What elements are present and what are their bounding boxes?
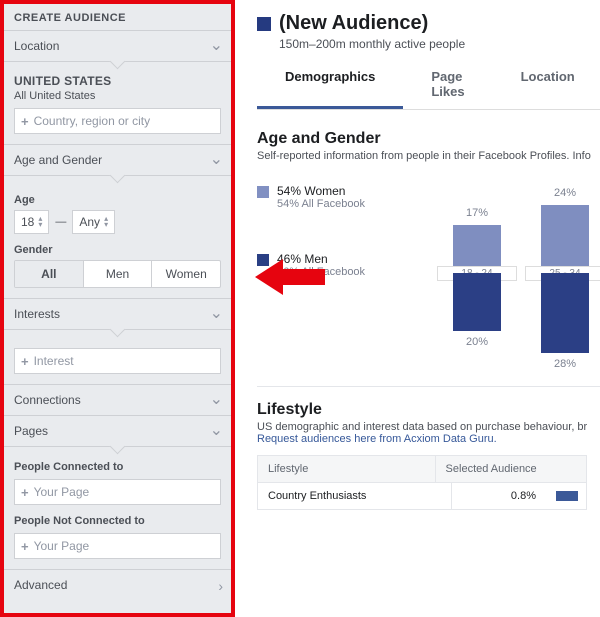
bar-label: 20% [445,336,509,348]
audience-size: 150m–200m monthly active people [279,37,600,51]
col-header-lifestyle: Lifestyle [258,456,435,482]
chart-legend: 54% Women 54% All Facebook 46% Men 46% A… [257,178,382,368]
page-placeholder: Your Page [34,485,90,499]
location-country: UNITED STATES [14,74,221,88]
age-gender-chart: 54% Women 54% All Facebook 46% Men 46% A… [257,178,600,368]
connected-input[interactable]: + Your Page [14,479,221,505]
tab-page-likes[interactable]: Page Likes [403,59,492,109]
accordion-label: Age and Gender [14,153,102,167]
chevron-down-icon: ⌄ [210,39,223,53]
main-content: (New Audience) 150m–200m monthly active … [235,0,600,617]
legend-women-line2: 54% All Facebook [277,198,365,210]
chevron-right-icon: › [218,578,223,594]
accordion-advanced[interactable]: Advanced › [4,569,231,600]
pages-body: People Connected to + Your Page People N… [4,446,231,569]
gender-option-men[interactable]: Men [83,261,152,287]
table-header-row: Lifestyle Selected Audience [258,456,586,482]
bar-men [453,273,501,331]
range-dash: — [55,216,66,228]
age-to-value: Any [79,215,100,229]
age-label: Age [14,194,221,206]
age-to-select[interactable]: Any ▴▾ [72,210,115,234]
lifestyle-name: Country Enthusiasts [258,482,451,509]
bar-label: 28% [533,358,597,370]
accordion-interests[interactable]: Interests ⌄ [4,298,231,329]
section-heading-lifestyle: Lifestyle [257,401,600,419]
chart-bars: 17% 18 - 24 20% 24% 25 - 34 28% [382,178,600,368]
bar-label: 17% [445,207,509,219]
mini-bar [556,491,578,501]
interest-input[interactable]: + Interest [14,348,221,374]
section-desc-lifestyle: US demographic and interest data based o… [257,421,600,445]
swatch-women [257,186,269,198]
page-placeholder: Your Page [34,539,90,553]
age-from-value: 18 [21,215,34,229]
location-subtext: All United States [14,90,221,102]
tab-location[interactable]: Location [493,59,600,109]
not-connected-label: People Not Connected to [14,515,221,527]
legend-women-line1: 54% Women [277,184,365,198]
plus-icon: + [21,114,29,129]
location-placeholder: Country, region or city [34,114,151,128]
age-gender-body: Age 18 ▴▾ — Any ▴▾ Gender All Men [4,175,231,298]
legend-men-line1: 46% Men [277,252,365,266]
not-connected-input[interactable]: + Your Page [14,533,221,559]
accordion-location[interactable]: Location ⌄ [4,30,231,61]
chevron-down-icon: ⌄ [210,393,223,407]
section-desc-age-gender: Self-reported information from people in… [257,150,600,162]
stepper-icon: ▴▾ [104,216,108,228]
sidebar-header: CREATE AUDIENCE [4,4,231,30]
plus-icon: + [21,539,29,554]
bar-men [541,273,589,353]
bar-label: 24% [533,187,597,199]
page-title: (New Audience) [279,12,428,35]
lifestyle-pct: 0.8% [451,482,546,509]
chart-col-25-34: 24% 25 - 34 28% [530,178,600,368]
gender-option-all[interactable]: All [15,261,83,287]
accordion-label: Connections [14,393,81,407]
create-audience-panel: CREATE AUDIENCE Location ⌄ UNITED STATES… [0,0,235,617]
connected-label: People Connected to [14,461,221,473]
accordion-label: Interests [14,307,60,321]
section-heading-age-gender: Age and Gender [257,130,600,148]
gender-option-women[interactable]: Women [151,261,220,287]
chart-col-18-24: 17% 18 - 24 20% [442,178,512,368]
location-input[interactable]: + Country, region or city [14,108,221,134]
interest-placeholder: Interest [34,354,74,368]
accordion-pages[interactable]: Pages ⌄ [4,415,231,446]
accordion-connections[interactable]: Connections ⌄ [4,384,231,415]
lifestyle-bar-cell [546,482,586,509]
lifestyle-desc-text: US demographic and interest data based o… [257,421,587,433]
audience-color-swatch [257,17,271,31]
legend-men: 46% Men 46% All Facebook [257,252,382,278]
stepper-icon: ▴▾ [38,216,42,228]
accordion-label: Location [14,39,59,53]
plus-icon: + [21,354,29,369]
tab-bar: Demographics Page Likes Location [257,59,600,110]
lifestyle-table: Lifestyle Selected Audience Country Enth… [257,455,587,510]
col-header-selected-audience: Selected Audience [435,456,586,482]
chevron-down-icon: ⌄ [210,153,223,167]
gender-toggle: All Men Women [14,260,221,288]
legend-women: 54% Women 54% All Facebook [257,184,382,210]
bar-women [541,205,589,273]
age-from-select[interactable]: 18 ▴▾ [14,210,49,234]
acxiom-link[interactable]: Request audiences here from Acxiom Data … [257,433,497,445]
accordion-label: Advanced [14,578,67,592]
legend-men-line2: 46% All Facebook [277,266,365,278]
location-body: UNITED STATES All United States + Countr… [4,61,231,144]
divider [257,386,600,387]
accordion-label: Pages [14,424,48,438]
plus-icon: + [21,485,29,500]
chevron-down-icon: ⌄ [210,424,223,438]
swatch-men [257,254,269,266]
accordion-age-gender[interactable]: Age and Gender ⌄ [4,144,231,175]
tab-demographics[interactable]: Demographics [257,59,403,109]
chevron-down-icon: ⌄ [210,307,223,321]
gender-label: Gender [14,244,221,256]
table-row: Country Enthusiasts 0.8% [258,482,586,509]
